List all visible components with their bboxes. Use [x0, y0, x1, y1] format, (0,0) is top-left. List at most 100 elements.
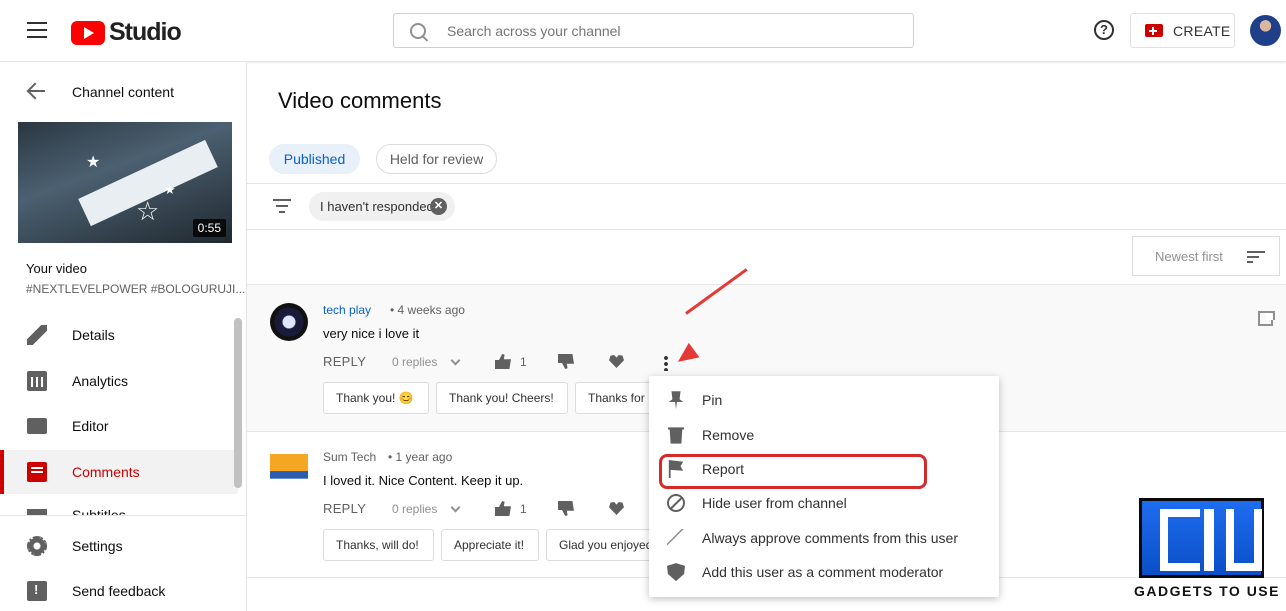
open-in-new-icon[interactable] — [1258, 311, 1275, 326]
create-label: CREATE — [1173, 22, 1231, 39]
menu-item-add-moderator[interactable]: Add this user as a comment moderator — [649, 555, 999, 589]
channel-content-back[interactable]: Channel content — [0, 76, 247, 106]
thumbs-up-icon[interactable] — [495, 354, 511, 369]
comment-time-text: 1 year ago — [395, 450, 453, 464]
comment-author[interactable]: tech play — [323, 303, 371, 317]
comment-time: • 1 year ago — [388, 450, 453, 464]
gear-icon — [27, 536, 47, 556]
star-icon: ★ — [164, 182, 176, 197]
video-duration: 0:55 — [192, 219, 226, 237]
reply-button[interactable]: REPLY — [323, 354, 366, 369]
sidebar-scrollbar[interactable] — [234, 318, 242, 488]
reply-button[interactable]: REPLY — [323, 501, 366, 516]
menu-item-hide-user[interactable]: Hide user from channel — [649, 486, 999, 520]
replies-toggle[interactable]: 0 replies — [392, 502, 437, 516]
star-icon: ★ — [86, 154, 101, 171]
comment-text: very nice i love it — [323, 326, 420, 341]
quick-reply-chip[interactable]: Appreciate it! — [441, 529, 539, 561]
sidebar-item-label: Settings — [72, 538, 123, 554]
menu-item-pin[interactable]: Pin — [649, 383, 999, 417]
tab-held-for-review[interactable]: Held for review — [376, 144, 497, 174]
quick-reply-chip[interactable]: Thanks, will do! — [323, 529, 434, 561]
filter-chip[interactable]: I haven't responded ✕ — [309, 192, 455, 221]
like-count: 1 — [520, 355, 527, 369]
watermark-text: GADGETS TO USE — [1134, 583, 1280, 599]
sidebar-item-subtitles[interactable]: Subtitles — [0, 495, 238, 515]
block-icon — [667, 494, 685, 513]
sidebar-item-label: Editor — [72, 418, 109, 434]
replies-toggle[interactable]: 0 replies — [392, 355, 437, 369]
sidebar-item-analytics[interactable]: Analytics — [0, 359, 238, 403]
shield-icon — [667, 563, 685, 582]
thumbs-down-icon[interactable] — [558, 501, 574, 516]
page-title: Video comments — [278, 88, 442, 113]
thumbs-down-icon[interactable] — [558, 354, 574, 369]
menu-item-label: Always approve comments from this user — [702, 529, 958, 546]
menu-item-label: Hide user from channel — [702, 495, 847, 512]
account-avatar[interactable] — [1250, 15, 1281, 46]
tab-published[interactable]: Published — [269, 144, 360, 174]
more-options-icon[interactable] — [664, 355, 668, 371]
search-icon — [410, 22, 426, 39]
studio-logo[interactable]: Studio — [71, 18, 182, 47]
sidebar-item-label: Details — [72, 327, 115, 343]
quick-reply-chip[interactable]: Glad you enjoyed — [546, 529, 652, 561]
search-input[interactable]: Search across your channel — [393, 13, 914, 48]
comment-text: I loved it. Nice Content. Keep it up. — [323, 473, 524, 488]
video-thumbnail[interactable]: ★ ☆ ★ 0:55 — [18, 122, 232, 243]
logo-text: Studio — [109, 18, 182, 46]
comment-time: • 4 weeks ago — [390, 303, 465, 317]
quick-reply-chip[interactable]: Thanks for — [575, 382, 657, 414]
like-count: 1 — [520, 502, 527, 516]
menu-icon[interactable] — [27, 22, 47, 38]
thumbs-up-icon[interactable] — [495, 501, 511, 516]
sidebar-item-send-feedback[interactable]: Send feedback — [0, 569, 238, 611]
editor-icon — [27, 418, 47, 434]
menu-item-label: Add this user as a comment moderator — [702, 564, 944, 581]
comment-time-text: 4 weeks ago — [397, 303, 465, 317]
menu-item-always-approve[interactable]: Always approve comments from this user — [649, 521, 999, 555]
sidebar-item-label: Comments — [72, 464, 140, 480]
heart-icon[interactable] — [609, 355, 624, 368]
commenter-avatar[interactable] — [270, 450, 308, 488]
quick-reply-chip[interactable]: Thank you! Cheers! — [436, 382, 568, 414]
feedback-icon — [27, 581, 47, 601]
create-video-icon — [1145, 24, 1163, 37]
sidebar-item-label: Send feedback — [72, 583, 166, 599]
comment-author[interactable]: Sum Tech — [323, 450, 376, 464]
comments-icon — [27, 462, 47, 482]
report-highlight-annotation — [659, 454, 927, 489]
create-button[interactable]: CREATE — [1130, 13, 1235, 48]
heart-icon[interactable] — [609, 502, 624, 515]
gadgets-to-use-watermark: GADGETS TO USE — [1131, 498, 1283, 606]
sort-dropdown[interactable]: Newest first — [1132, 236, 1280, 276]
your-video-label: Your video — [26, 261, 87, 276]
sidebar-item-settings[interactable]: Settings — [0, 524, 238, 568]
menu-item-label: Remove — [702, 426, 755, 443]
sidebar-item-editor[interactable]: Editor — [0, 404, 238, 448]
chevron-down-icon[interactable] — [450, 502, 461, 513]
menu-item-remove[interactable]: Remove — [649, 417, 999, 451]
filter-icon[interactable] — [273, 199, 291, 213]
back-label: Channel content — [72, 84, 174, 100]
sort-label: Newest first — [1155, 248, 1223, 264]
replies-label: 0 replies — [392, 502, 438, 516]
divider — [247, 229, 1286, 230]
sidebar-item-details[interactable]: Details — [0, 313, 238, 357]
help-icon[interactable]: ? — [1094, 20, 1114, 40]
trash-icon — [667, 427, 685, 444]
youtube-logo-icon — [71, 20, 105, 45]
close-icon[interactable]: ✕ — [430, 198, 447, 215]
top-bar: Studio Search across your channel ? CREA… — [0, 0, 1286, 62]
quick-reply-chip[interactable]: Thank you! 😊 — [323, 382, 429, 414]
pencil-icon — [27, 325, 47, 345]
watermark-logo — [1139, 498, 1264, 578]
chevron-down-icon[interactable] — [450, 355, 461, 366]
star-outline-icon: ☆ — [136, 196, 160, 226]
commenter-avatar[interactable] — [270, 303, 308, 341]
sidebar-item-comments[interactable]: Comments — [0, 450, 238, 494]
sidebar-item-label: Subtitles — [72, 507, 126, 515]
sidebar: Channel content ★ ☆ ★ 0:55 Your video #N… — [0, 62, 247, 611]
sidebar-item-label: Analytics — [72, 373, 129, 389]
double-check-icon — [667, 528, 685, 547]
